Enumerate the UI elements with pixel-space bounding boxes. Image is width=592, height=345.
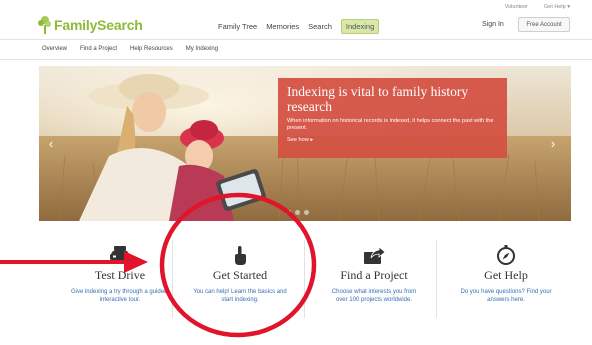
utility-links: Volunteer Get Help ▾ <box>505 4 570 10</box>
compass-icon <box>497 245 515 265</box>
hero-next-arrow[interactable]: › <box>546 66 560 221</box>
hero-promo-box: Indexing is vital to family history rese… <box>278 78 507 158</box>
feature-desc: Do you have questions? Find your answers… <box>460 289 552 303</box>
feature-desc: Give indexing a try through a guided, in… <box>70 289 170 303</box>
volunteer-link[interactable]: Volunteer <box>505 4 528 10</box>
nav-indexing[interactable]: Indexing <box>340 19 380 34</box>
feature-get-started[interactable]: Get Started You can help! Learn the basi… <box>181 240 299 320</box>
get-help-link[interactable]: Get Help ▾ <box>544 4 570 10</box>
carousel-dots <box>286 210 309 215</box>
indexing-page: FamilySearch Volunteer Get Help ▾ Family… <box>0 0 592 345</box>
header-divider <box>0 39 592 40</box>
feature-get-help[interactable]: Get Help Do you have questions? Find you… <box>447 240 565 320</box>
carousel-dot[interactable] <box>304 210 309 215</box>
hero-body: When information on historical records i… <box>287 118 494 131</box>
tree-icon <box>38 16 52 34</box>
hero-prev-arrow[interactable]: ‹ <box>44 66 58 221</box>
hero-title: Indexing is vital to family history rese… <box>287 84 469 114</box>
sign-in-link[interactable]: Sign In <box>482 21 504 28</box>
feature-title: Get Help <box>484 268 528 282</box>
carousel-dot[interactable] <box>286 210 291 215</box>
carousel-dot[interactable] <box>295 210 300 215</box>
share-project-icon <box>364 246 386 264</box>
familysearch-logo[interactable]: FamilySearch <box>38 16 143 34</box>
nav-memories[interactable]: Memories <box>266 22 299 31</box>
feature-desc: You can help! Learn the basics and start… <box>193 289 287 303</box>
subnav-divider <box>0 59 592 60</box>
subnav-find-project[interactable]: Find a Project <box>80 46 117 52</box>
feature-test-drive[interactable]: Test Drive Give indexing a try through a… <box>61 240 179 320</box>
subnav-overview[interactable]: Overview <box>42 46 67 52</box>
feature-title: Find a Project <box>340 268 408 282</box>
feature-row: Test Drive Give indexing a try through a… <box>39 240 571 320</box>
feature-title: Test Drive <box>94 268 146 282</box>
logo-text: FamilySearch <box>54 17 143 33</box>
subnav-my-indexing[interactable]: My Indexing <box>186 46 218 52</box>
see-how-link[interactable]: See how ▸ <box>287 137 498 143</box>
car-icon <box>110 246 130 264</box>
subnav-help-resources[interactable]: Help Resources <box>130 46 173 52</box>
feature-find-project[interactable]: Find a Project Choose what interests you… <box>315 240 433 320</box>
feature-title: Get Started <box>212 268 268 282</box>
main-nav: Family Tree Memories Search Indexing <box>218 19 380 34</box>
sub-nav: Overview Find a Project Help Resources M… <box>42 46 218 52</box>
free-account-button[interactable]: Free Account <box>518 17 570 32</box>
tap-hand-icon <box>235 246 246 265</box>
nav-search[interactable]: Search <box>308 22 332 31</box>
nav-family-tree[interactable]: Family Tree <box>218 22 257 31</box>
feature-desc: Choose what interests you from over 100 … <box>331 289 417 303</box>
